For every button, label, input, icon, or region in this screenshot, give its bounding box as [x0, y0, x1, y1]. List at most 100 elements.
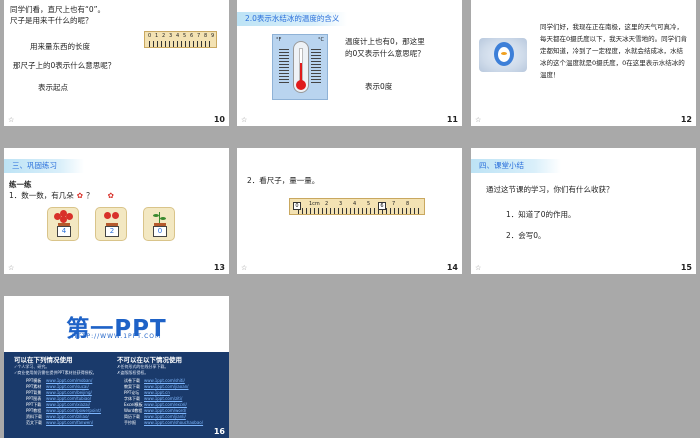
slide-text: 那尺子上的0表示什么意思呢？	[13, 61, 116, 70]
ruler-label: 8	[406, 201, 410, 207]
flower-icon: ✿	[107, 191, 114, 200]
flower-card: 0	[143, 207, 175, 241]
penguin-image	[479, 38, 527, 72]
slide-text: 温度！	[540, 71, 560, 79]
flower-icon: ✿	[76, 191, 84, 200]
slide-thumbnail-13[interactable]: 三、巩固练习 练一练 1．数一数，有几朵 ✿？ ✿ 4 2 0 ☆ 13	[4, 148, 229, 274]
exercise-prompt: 1．数一数，有几朵 ✿？ ✿	[9, 191, 114, 202]
ruler-label: 0	[148, 33, 152, 39]
link-label: 范文下载	[26, 420, 42, 425]
answer-box[interactable]: 0	[153, 226, 167, 237]
link-url[interactable]: www.1ppt.com/shiti/	[144, 378, 185, 383]
penguin-body	[494, 42, 514, 66]
flower-icon	[104, 212, 111, 219]
slide-thumbnail-10[interactable]: 同学们看，直尺上也有“0”。 尺子是用来干什么的呢？ 用来量东西的长度 那尺子上…	[4, 0, 229, 126]
slide-transition-icon: ☆	[475, 264, 482, 272]
slide-text: 同学们好，我现在正在南极，这里的天气可真冷，	[540, 23, 683, 31]
ruler-label: 4	[353, 201, 357, 207]
ruler-label: 2	[325, 201, 329, 207]
slide-thumbnail-15[interactable]: 四、课堂小结 通过这节课的学习，你们有什么收获？ 1．知道了0的作用。 2．会写…	[471, 148, 696, 274]
ruler-label: 7	[197, 33, 201, 39]
penguin-beak	[501, 52, 507, 55]
slide-text: 定都知道，冷到了一定程度，水就会结成冰，水结	[540, 47, 683, 55]
can-use-title: 可以在下列情况使用	[14, 356, 73, 364]
ruler-ticks	[149, 41, 212, 47]
slide-thumbnail-11[interactable]: 2.0表示水结冰的温度的含义 °F °C 温度计上也有0，那这里 的0又表示什么…	[237, 0, 462, 126]
slide-thumbnail-14[interactable]: 2．看尺子，量一量。 0 1cm 2 3 4 5 6 7 8 ☆ 14	[237, 148, 462, 274]
slide-text: 的0又表示什么意思呢？	[345, 49, 425, 58]
usage-note: ✗盗版版权侵权。	[117, 370, 149, 375]
link-url[interactable]: www.1ppt.com/word/	[144, 408, 186, 413]
thermometer-image: °F °C	[272, 34, 328, 100]
link-url[interactable]: www.1ppt.com/fanwen/	[46, 420, 93, 425]
slide-transition-icon: ☆	[8, 116, 15, 124]
thermometer-scale-right	[311, 49, 321, 83]
answer-box[interactable]: 2	[105, 226, 119, 237]
ruler-label: 7	[392, 201, 396, 207]
slide-number: 12	[680, 115, 692, 124]
link-url[interactable]: www.1ppt.cn	[144, 390, 170, 395]
resource-link[interactable]: 范文下载 www.1ppt.com/fanwen/	[26, 420, 93, 426]
logo-banner: 第一PPT HTTP://WWW.1PPT.COM	[4, 296, 229, 352]
slide-text: 冰的这个温度就是0摄氏度，0在这里表示水结冰的	[540, 59, 685, 67]
thermometer-scale-left	[279, 49, 289, 83]
slide-transition-icon: ☆	[475, 116, 482, 124]
slide-text: 温度计上也有0，那这里	[345, 37, 425, 46]
link-url[interactable]: www.1ppt.com/ziliao/	[46, 414, 89, 419]
flower-icon	[66, 213, 73, 220]
link-url[interactable]: www.1ppt.com/sucai/	[46, 384, 89, 389]
flower-icon	[60, 216, 67, 223]
link-url[interactable]: www.1ppt.com/beijing/	[46, 390, 92, 395]
link-url[interactable]: www.1ppt.com/excel/	[144, 402, 187, 407]
ruler-label: 9	[211, 33, 215, 39]
link-url[interactable]: www.1ppt.com/jianli/	[144, 414, 186, 419]
slide-title: 三、巩固练习	[4, 159, 84, 173]
link-url[interactable]: www.1ppt.com/shouchaobao/	[144, 420, 203, 425]
slide-text: 同学们看，直尺上也有“0”。	[10, 5, 106, 14]
flower-icon	[112, 212, 119, 219]
slide-title: 2.0表示水结冰的温度的含义	[237, 12, 348, 26]
link-url[interactable]: www.1ppt.com/jiaoan/	[144, 384, 189, 389]
ruler-label: 8	[204, 33, 208, 39]
fahrenheit-label: °F	[276, 37, 282, 43]
ruler-label: 4	[176, 33, 180, 39]
resource-link[interactable]: 手抄报 www.1ppt.com/shouchaobao/	[124, 420, 203, 426]
link-url[interactable]: www.1ppt.com/ziti/	[144, 396, 182, 401]
usage-note: ✓商业使用前仍需在提供PPT素材处获得授权。	[14, 370, 97, 375]
answer-box[interactable]: 4	[57, 226, 71, 237]
slide-sorter-view: { "slides": [ { "number": "10", "q1": "同…	[0, 0, 700, 438]
thermometer-bulb	[296, 80, 306, 90]
slide-transition-icon: ☆	[8, 264, 15, 272]
slide-number: 13	[213, 263, 225, 272]
prompt-end: ？	[86, 191, 94, 200]
flower-card: 2	[95, 207, 127, 241]
ruler-label: 1	[155, 33, 159, 39]
stem-icon	[159, 212, 160, 223]
ruler-label: 5	[183, 33, 187, 39]
slide-answer: 表示0度	[365, 82, 393, 91]
slide-answer: 表示起点	[38, 83, 68, 92]
slide-number: 16	[213, 427, 225, 436]
link-url[interactable]: www.1ppt.com/moban/	[46, 378, 92, 383]
slide-text: 尺子是用来干什么的呢？	[10, 16, 93, 25]
slide-subtitle: 练一练	[9, 180, 32, 189]
link-url[interactable]: www.1ppt.com/tubiao/	[46, 396, 91, 401]
slide-thumbnail-16[interactable]: 第一PPT HTTP://WWW.1PPT.COM 可以在下列情况使用 ✓个人学…	[4, 296, 229, 438]
prompt-text: 1．数一数，有几朵	[9, 191, 74, 200]
link-url[interactable]: www.1ppt.com/xiazai/	[46, 402, 90, 407]
slide-number: 15	[680, 263, 692, 272]
brand-url: HTTP://WWW.1PPT.COM	[71, 333, 162, 340]
ruler-ticks	[298, 208, 420, 214]
ruler-label: 3	[339, 201, 343, 207]
summary-point: 1．知道了0的作用。	[506, 210, 576, 219]
summary-point: 2．会写0。	[506, 231, 546, 240]
usage-terms-panel: 可以在下列情况使用 ✓个人学习、研究。 ✓商业使用前仍需在提供PPT素材处获得授…	[4, 352, 229, 438]
slide-thumbnail-12[interactable]: 同学们好，我现在正在南极，这里的天气可真冷， 每天都在0摄氏度以下，我天冰天雪地…	[471, 0, 696, 126]
exercise-prompt: 2．看尺子，量一量。	[247, 176, 320, 185]
ruler-start-box: 0	[293, 202, 301, 210]
slide-answer: 用来量东西的长度	[30, 42, 90, 51]
ruler-image: 0 1cm 2 3 4 5 6 7 8	[289, 198, 425, 215]
cannot-use-title: 不可以在以下情况使用	[117, 356, 182, 364]
slide-number: 10	[213, 115, 225, 124]
link-url[interactable]: www.1ppt.com/powerpoint/	[46, 408, 101, 413]
